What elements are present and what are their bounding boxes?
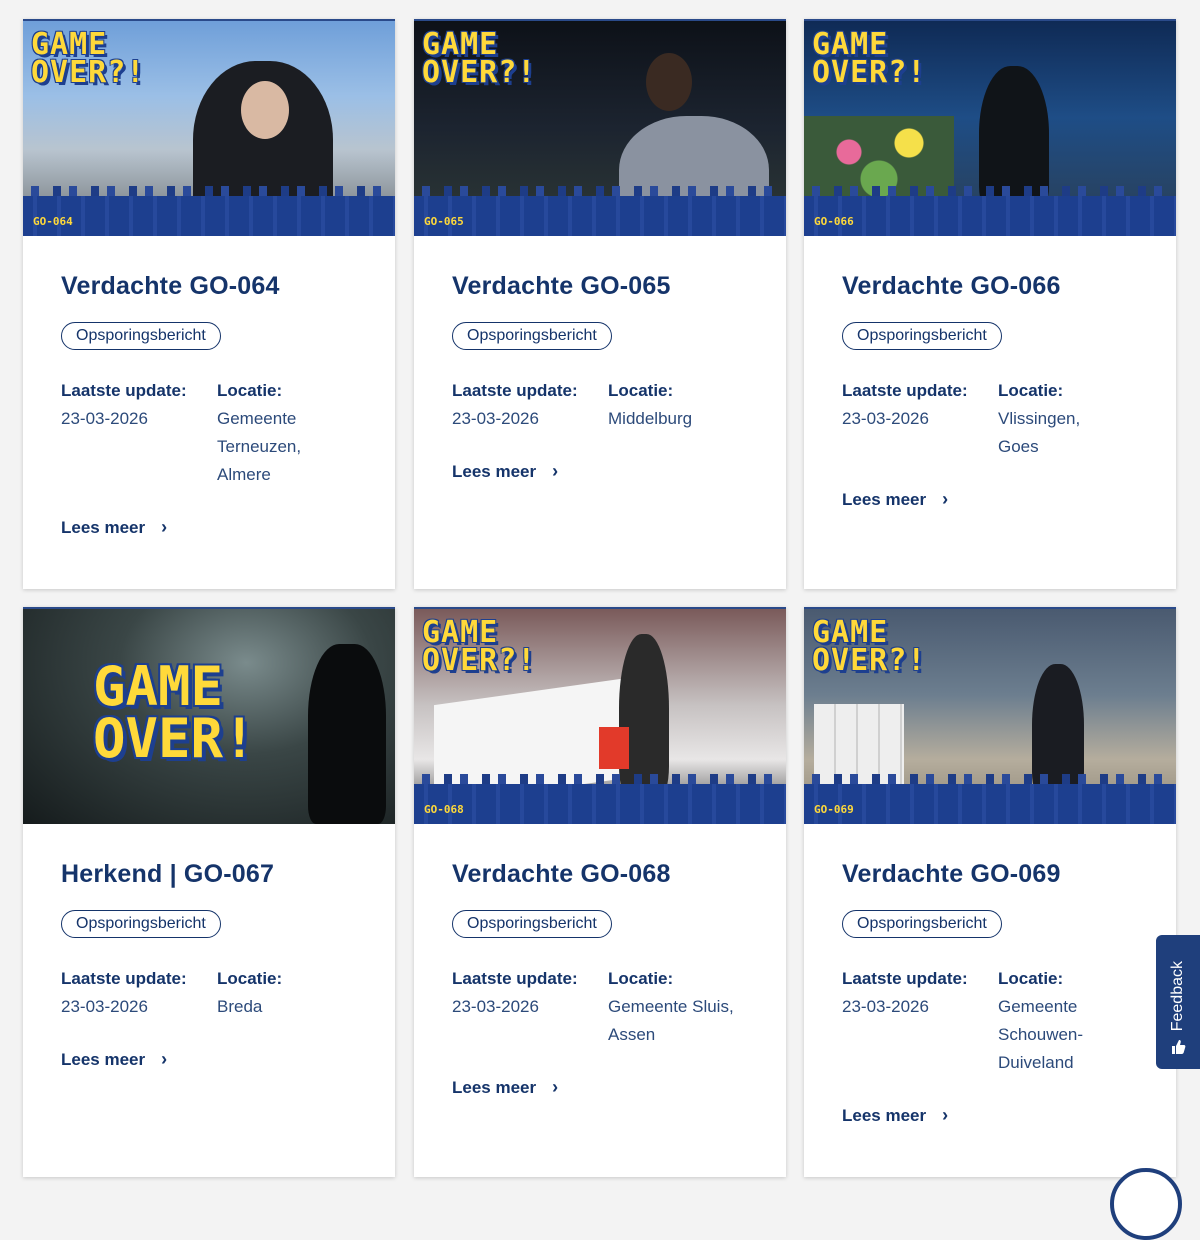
pixel-banner — [414, 186, 786, 236]
suspect-face — [241, 81, 289, 139]
location-line: Goes — [998, 437, 1039, 456]
update-label: Laatste update: — [842, 969, 968, 988]
update-value: 23-03-2026 — [61, 997, 148, 1016]
read-more-link[interactable]: Lees meer › — [842, 1105, 948, 1126]
category-badge: Opsporingsbericht — [842, 910, 1002, 938]
case-code: GO-069 — [814, 803, 854, 816]
location-line: Gemeente Sluis, — [608, 997, 734, 1016]
store-boxes — [814, 704, 904, 784]
chevron-right-icon: › — [942, 489, 949, 509]
game-over-logo: GAME OVER! — [93, 655, 256, 770]
feedback-tab[interactable]: Feedback — [1156, 935, 1200, 1069]
pixel-banner — [23, 186, 395, 236]
update-value: 23-03-2026 — [842, 997, 929, 1016]
case-card[interactable]: GAME OVER?! GO-066 Verdachte GO-066 Opspo… — [804, 19, 1176, 589]
chat-button[interactable] — [1110, 1168, 1182, 1240]
location-line: Duiveland — [998, 1053, 1074, 1072]
location-line: Vlissingen, — [998, 409, 1081, 428]
case-code: GO-065 — [424, 215, 464, 228]
game-over-logo: GAME OVER?! — [422, 615, 537, 678]
update-label: Laatste update: — [452, 969, 578, 988]
location-label: Locatie: — [217, 381, 283, 400]
location-line: Middelburg — [608, 409, 693, 428]
chevron-right-icon: › — [552, 461, 559, 481]
category-badge: Opsporingsbericht — [452, 322, 612, 350]
location-line: Assen — [608, 1025, 656, 1044]
read-more-link[interactable]: Lees meer › — [842, 489, 948, 510]
read-more-label: Lees meer — [842, 489, 927, 509]
case-code: GO-068 — [424, 803, 464, 816]
chevron-right-icon: › — [942, 1105, 949, 1125]
location-label: Locatie: — [998, 381, 1064, 400]
category-badge: Opsporingsbericht — [61, 910, 221, 938]
read-more-link[interactable]: Lees meer › — [61, 517, 167, 538]
location-label: Locatie: — [608, 969, 674, 988]
case-image[interactable]: GAME OVER?! GO-069 — [804, 607, 1176, 824]
game-over-logo: GAME OVER?! — [422, 27, 537, 90]
location-label: Locatie: — [217, 969, 283, 988]
card-title[interactable]: Verdachte GO-069 — [842, 860, 1138, 889]
location-line: Almere — [217, 465, 271, 484]
game-over-logo: GAME OVER?! — [812, 615, 927, 678]
case-image[interactable]: GAME OVER?! GO-066 — [804, 19, 1176, 236]
pixel-banner — [804, 774, 1176, 824]
case-card[interactable]: GAME OVER?! GO-068 Verdachte GO-068 Opspo… — [414, 607, 786, 1177]
location-line: Breda — [217, 997, 263, 1016]
update-value: 23-03-2026 — [842, 409, 929, 428]
read-more-label: Lees meer — [452, 461, 537, 481]
card-title[interactable]: Verdachte GO-068 — [452, 860, 748, 889]
case-image[interactable]: GAME OVER! — [23, 607, 395, 824]
location-line: Gemeente — [998, 997, 1078, 1016]
case-card[interactable]: GAME OVER?! GO-064 Verdachte GO-064 Opspo… — [23, 19, 395, 589]
case-code: GO-064 — [33, 215, 73, 228]
location-label: Locatie: — [608, 381, 674, 400]
case-image[interactable]: GAME OVER?! GO-068 — [414, 607, 786, 824]
location-line: Gemeente — [217, 409, 297, 428]
update-label: Laatste update: — [842, 381, 968, 400]
chevron-right-icon: › — [161, 1049, 168, 1069]
case-image[interactable]: GAME OVER?! GO-064 — [23, 19, 395, 236]
update-value: 23-03-2026 — [452, 997, 539, 1016]
read-more-label: Lees meer — [842, 1105, 927, 1125]
read-more-link[interactable]: Lees meer › — [452, 461, 558, 482]
location-line: Schouwen- — [998, 1025, 1084, 1044]
category-badge: Opsporingsbericht — [452, 910, 612, 938]
case-card[interactable]: GAME OVER! Herkend | GO-067 Opsporingsber… — [23, 607, 395, 1177]
update-label: Laatste update: — [61, 381, 187, 400]
shopping-bag — [599, 727, 629, 769]
case-image[interactable]: GAME OVER?! GO-065 — [414, 19, 786, 236]
case-grid: GAME OVER?! GO-064 Verdachte GO-064 Opspo… — [0, 0, 1200, 1187]
read-more-label: Lees meer — [452, 1077, 537, 1097]
pixel-banner — [414, 774, 786, 824]
pixel-banner — [804, 186, 1176, 236]
read-more-label: Lees meer — [61, 517, 146, 537]
chevron-right-icon: › — [552, 1077, 559, 1097]
card-title[interactable]: Verdachte GO-066 — [842, 272, 1138, 301]
chevron-right-icon: › — [161, 517, 168, 537]
update-label: Laatste update: — [452, 381, 578, 400]
read-more-label: Lees meer — [61, 1049, 146, 1069]
category-badge: Opsporingsbericht — [842, 322, 1002, 350]
card-title[interactable]: Verdachte GO-064 — [61, 272, 357, 301]
card-title[interactable]: Herkend | GO-067 — [61, 860, 357, 889]
case-card[interactable]: GAME OVER?! GO-069 Verdachte GO-069 Opspo… — [804, 607, 1176, 1177]
read-more-link[interactable]: Lees meer › — [61, 1049, 167, 1070]
case-code: GO-066 — [814, 215, 854, 228]
feedback-label: Feedback — [1169, 960, 1186, 1031]
pixelated-silhouette — [308, 644, 386, 824]
suspect-face — [646, 53, 692, 111]
card-title[interactable]: Verdachte GO-065 — [452, 272, 748, 301]
thumbs-icon — [1170, 1039, 1186, 1059]
update-value: 23-03-2026 — [452, 409, 539, 428]
update-label: Laatste update: — [61, 969, 187, 988]
category-badge: Opsporingsbericht — [61, 322, 221, 350]
read-more-link[interactable]: Lees meer › — [452, 1077, 558, 1098]
case-card[interactable]: GAME OVER?! GO-065 Verdachte GO-065 Opspo… — [414, 19, 786, 589]
game-over-logo: GAME OVER?! — [812, 27, 927, 90]
game-over-logo: GAME OVER?! — [31, 27, 146, 90]
location-label: Locatie: — [998, 969, 1064, 988]
update-value: 23-03-2026 — [61, 409, 148, 428]
location-line: Terneuzen, — [217, 437, 302, 456]
